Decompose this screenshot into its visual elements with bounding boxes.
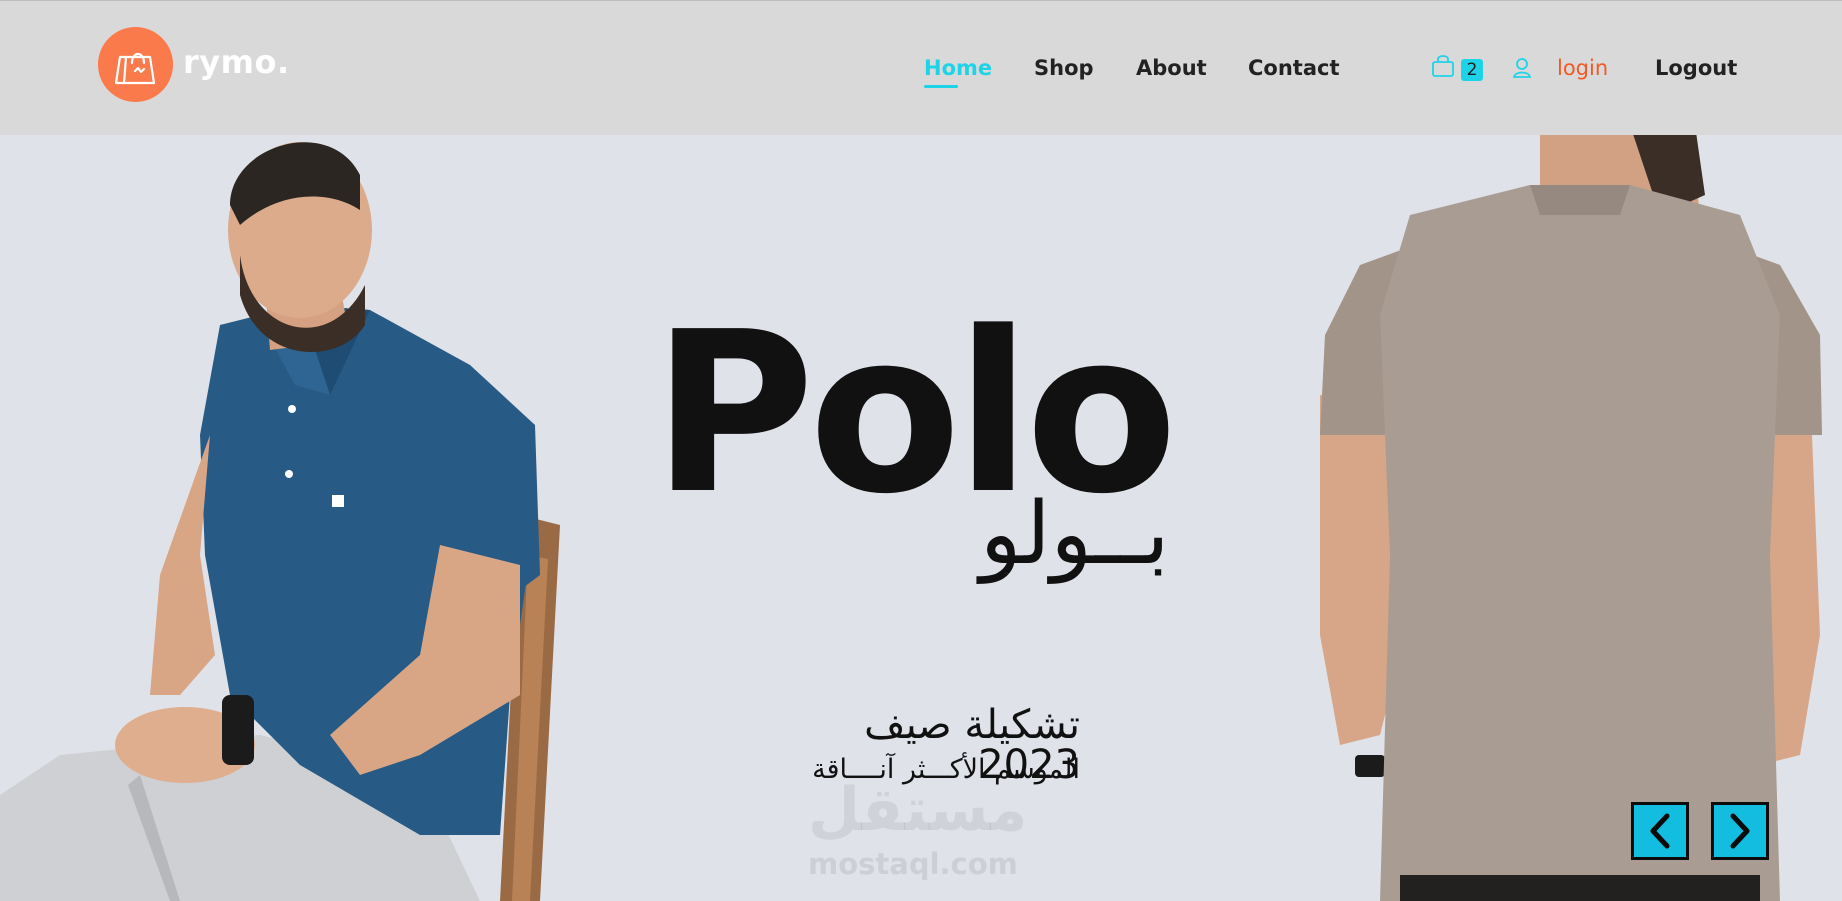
hero-title-arabic: بــولو: [980, 484, 1170, 584]
watermark-url: mostaql.com: [808, 847, 1018, 881]
navbar: rymo. Home Shop About Contact 2 login Lo…: [0, 1, 1842, 135]
model-left-image: [0, 142, 560, 901]
shopping-bag-icon: [98, 27, 173, 102]
slider-prev-button[interactable]: [1631, 802, 1689, 860]
watermark-arabic: مستقل: [808, 775, 1028, 845]
nav-active-indicator: [924, 85, 958, 88]
login-link[interactable]: login: [1557, 56, 1608, 80]
cart-count-badge: 2: [1461, 59, 1483, 81]
cart-button[interactable]: 2: [1430, 53, 1490, 85]
nav-shop[interactable]: Shop: [1034, 56, 1094, 80]
user-icon[interactable]: [1512, 57, 1532, 83]
nav-contact[interactable]: Contact: [1248, 56, 1340, 80]
logout-link[interactable]: Logout: [1655, 56, 1737, 80]
logo-text: rymo.: [183, 42, 290, 81]
chevron-right-icon: [1730, 813, 1750, 849]
hero-banner: Polo بــولو تشكيلة صيف 2023 الموسم الأكـ…: [0, 135, 1842, 901]
model-right-image: [1320, 135, 1822, 901]
shopping-bag-icon: [1432, 55, 1454, 77]
nav-about[interactable]: About: [1136, 56, 1207, 80]
logo[interactable]: rymo.: [98, 27, 290, 102]
chevron-left-icon: [1650, 813, 1670, 849]
nav-home[interactable]: Home: [924, 56, 992, 80]
slider-next-button[interactable]: [1711, 802, 1769, 860]
